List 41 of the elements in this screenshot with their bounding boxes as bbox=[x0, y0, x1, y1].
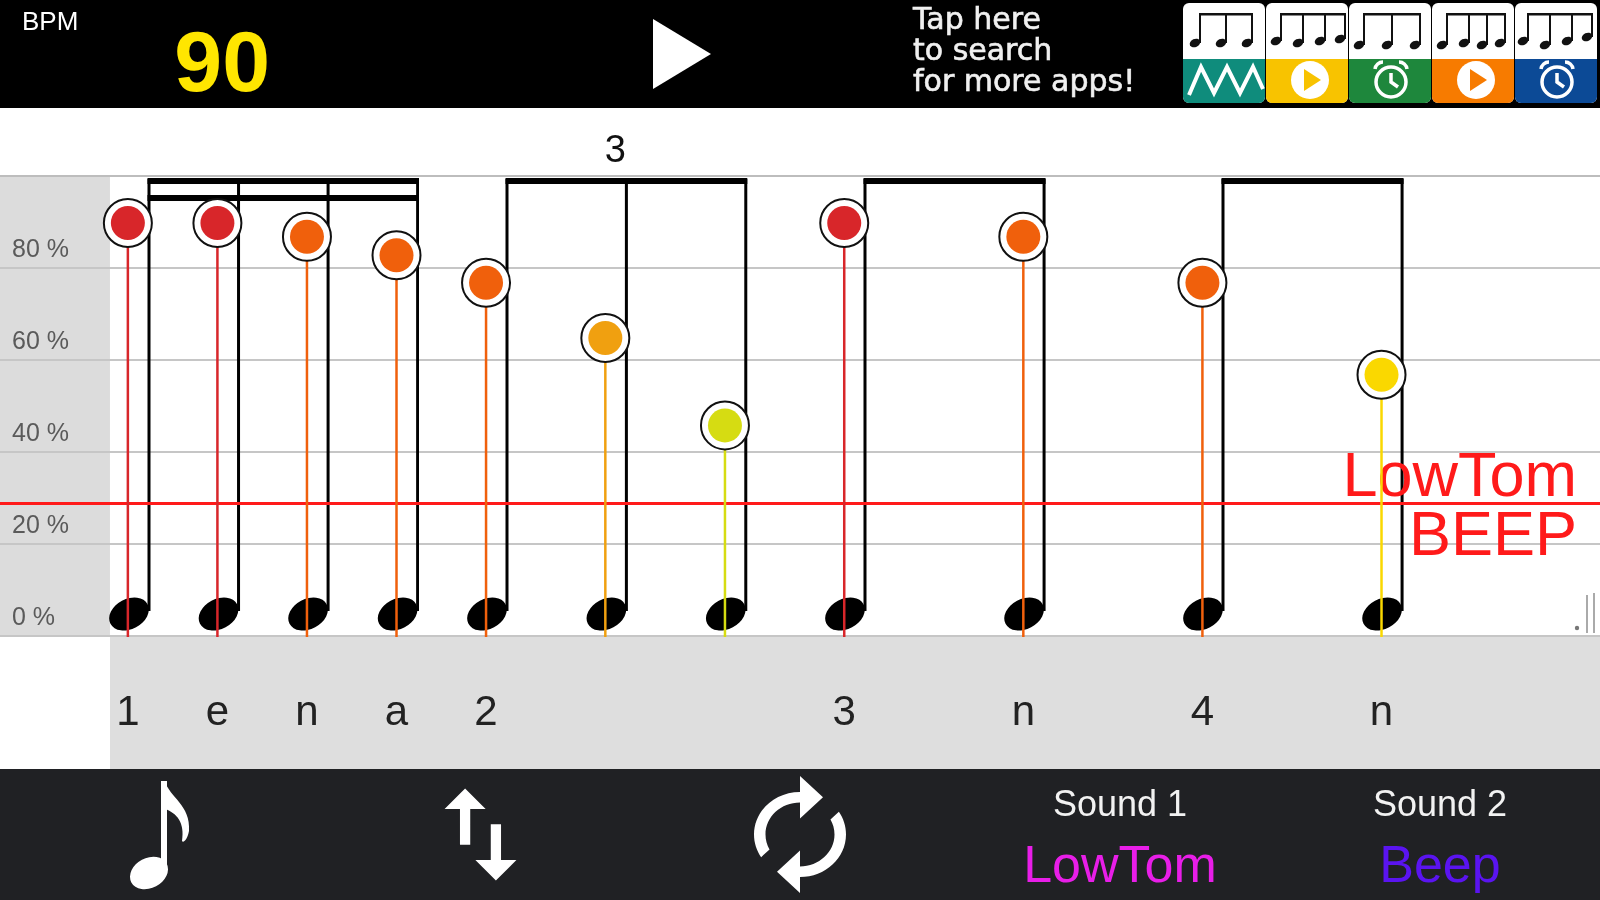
velocity-lollipop[interactable] bbox=[192, 198, 243, 637]
lower-sound-label: BEEP bbox=[1408, 501, 1577, 565]
velocity-lollipop[interactable] bbox=[998, 211, 1049, 637]
beat-label: 3 bbox=[832, 690, 856, 732]
axis-label: 60 % bbox=[12, 328, 69, 353]
velocity-lollipop[interactable] bbox=[461, 257, 512, 637]
axis-label: 20 % bbox=[12, 512, 69, 537]
resize-grip-icon[interactable] bbox=[1573, 593, 1597, 633]
beat-label: 1 bbox=[116, 690, 140, 732]
axis-label: 40 % bbox=[12, 420, 69, 445]
play-icon bbox=[653, 19, 711, 89]
beat-label: n bbox=[1369, 690, 1394, 732]
velocity-lollipop[interactable] bbox=[1177, 257, 1228, 637]
app-icon[interactable] bbox=[1349, 3, 1431, 103]
circular-arrows-icon bbox=[754, 776, 846, 893]
repeat-button[interactable] bbox=[751, 773, 849, 896]
beat-label: a bbox=[384, 690, 409, 732]
beat-label: 2 bbox=[474, 690, 498, 732]
velocity-lollipop[interactable] bbox=[580, 313, 631, 637]
velocity-lollipop[interactable] bbox=[102, 198, 153, 637]
tuplet-number: 3 bbox=[604, 130, 626, 168]
velocity-lollipop[interactable] bbox=[819, 198, 870, 637]
app-icon[interactable] bbox=[1432, 3, 1514, 103]
promo-link[interactable]: Tap here to search for more apps! bbox=[913, 3, 1183, 96]
axis-label: 0 % bbox=[12, 604, 56, 629]
bpm-value[interactable]: 90 bbox=[174, 18, 270, 104]
beat-label: n bbox=[1011, 690, 1035, 732]
beat-label: 4 bbox=[1190, 690, 1215, 732]
sound-selector[interactable]: Sound 1 LowTom bbox=[1015, 782, 1225, 894]
app-icon[interactable] bbox=[1266, 3, 1348, 103]
velocity-lollipop[interactable] bbox=[699, 400, 750, 637]
bpm-label: BPM bbox=[22, 8, 79, 34]
velocity-lollipop[interactable] bbox=[281, 211, 332, 637]
beat-label: e bbox=[205, 690, 230, 732]
app-icon[interactable] bbox=[1183, 3, 1265, 103]
split-line[interactable] bbox=[0, 502, 1600, 506]
app-icon[interactable] bbox=[1515, 3, 1597, 103]
beat-label: n bbox=[295, 690, 319, 732]
sound-selector[interactable]: Sound 2 Beep bbox=[1364, 782, 1516, 894]
velocity-lollipop[interactable] bbox=[371, 230, 422, 637]
axis-label: 80 % bbox=[12, 236, 69, 261]
